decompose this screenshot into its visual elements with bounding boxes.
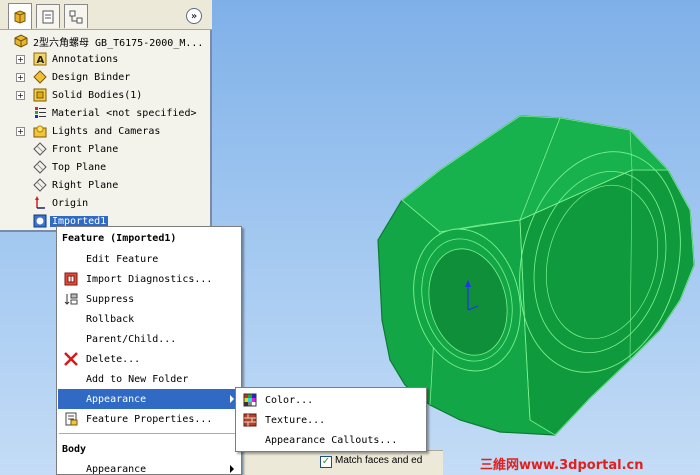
origin-icon	[32, 195, 48, 211]
configuration-manager-icon	[69, 10, 83, 23]
menu-item-label: Import Diagnostics...	[86, 273, 213, 285]
submenu-arrow-icon	[230, 395, 234, 403]
menu-item-label: Parent/Child...	[86, 333, 177, 345]
color-palette-icon	[242, 392, 258, 408]
menu-item-label: Suppress	[86, 293, 135, 305]
svg-text:A: A	[37, 55, 45, 66]
expand-toggle[interactable]: +	[16, 72, 25, 82]
submenu-item-label: Appearance Callouts...	[265, 434, 398, 446]
tree-item-label: Design Binder	[52, 71, 131, 83]
menu-item-suppress[interactable]: Suppress	[58, 289, 240, 309]
plane-icon	[32, 177, 48, 193]
tree-item-label: Solid Bodies(1)	[52, 89, 143, 101]
submenu-item-appearance-callouts[interactable]: Appearance Callouts...	[237, 430, 425, 450]
expand-panel-button[interactable]: »	[186, 8, 202, 24]
design-binder-icon	[32, 69, 48, 85]
tree-item-label: Origin	[52, 197, 89, 209]
menu-item-label: Feature Properties...	[86, 413, 213, 425]
menu-item-label: Rollback	[86, 313, 135, 325]
menu-item-body-appearance[interactable]: Appearance	[58, 459, 240, 475]
submenu-item-label: Color...	[265, 394, 314, 406]
annotations-icon: A	[32, 51, 48, 67]
menu-item-label: Appearance	[86, 463, 147, 475]
suppress-icon	[63, 291, 79, 307]
submenu-arrow-icon	[230, 465, 234, 473]
import-diagnostics-icon	[63, 271, 79, 287]
delete-icon	[63, 351, 79, 367]
expand-toggle[interactable]: +	[16, 90, 25, 100]
menu-item-label: Delete...	[86, 353, 141, 365]
tree-item-label: Top Plane	[52, 161, 107, 173]
submenu-item-texture[interactable]: Texture...	[237, 410, 425, 430]
imported-feature-icon	[32, 213, 48, 229]
feature-manager-panel: » 2型六角螺母 GB_T6175-2000_M... + A Annotati…	[0, 0, 212, 232]
context-menu: Feature (Imported1) Edit Feature Import …	[56, 226, 242, 475]
tree-item-label: Material <not specified>	[52, 107, 197, 119]
appearance-submenu: Color... Texture... Appearance Callouts.…	[235, 387, 427, 452]
menu-item-label: Edit Feature	[86, 253, 159, 265]
property-manager-icon	[42, 10, 54, 23]
menu-item-parent-child[interactable]: Parent/Child...	[58, 329, 240, 349]
menu-item-label: Appearance	[86, 393, 147, 405]
expand-toggle[interactable]: +	[16, 126, 25, 136]
tab-configuration-manager[interactable]	[64, 4, 88, 28]
plane-icon	[32, 159, 48, 175]
tree-item-label: Right Plane	[52, 179, 119, 191]
tree-item-label: Annotations	[52, 53, 119, 65]
context-menu-header-body: Body	[62, 444, 87, 455]
match-faces-checkbox[interactable]: ✓	[320, 456, 332, 468]
site-watermark: 三維网www.3dportal.cn	[480, 458, 644, 473]
menu-item-import-diagnostics[interactable]: Import Diagnostics...	[58, 269, 240, 289]
material-icon	[32, 105, 48, 121]
texture-icon	[242, 412, 258, 428]
tree-item-label: Front Plane	[52, 143, 119, 155]
tree-item-label: Imported1	[50, 215, 109, 227]
submenu-item-label: Texture...	[265, 414, 326, 426]
menu-item-delete[interactable]: Delete...	[58, 349, 240, 369]
menu-item-add-to-new-folder[interactable]: Add to New Folder	[58, 369, 240, 389]
part-icon	[13, 33, 29, 49]
feature-manager-tabs: »	[0, 0, 212, 30]
tree-item-label: Lights and Cameras	[52, 125, 161, 137]
menu-item-rollback[interactable]: Rollback	[58, 309, 240, 329]
tree-root-label: 2型六角螺母 GB_T6175-2000_M...	[33, 37, 204, 49]
submenu-item-color[interactable]: Color...	[237, 390, 425, 410]
solid-bodies-icon	[32, 87, 48, 103]
expand-toggle[interactable]: +	[16, 54, 25, 64]
menu-item-edit-feature[interactable]: Edit Feature	[58, 249, 240, 269]
menu-item-appearance[interactable]: Appearance	[58, 389, 240, 409]
tab-property-manager[interactable]	[36, 4, 60, 28]
feature-properties-icon	[63, 411, 79, 427]
menu-item-label: Add to New Folder	[86, 373, 189, 385]
tab-feature-tree[interactable]	[8, 3, 32, 29]
lights-icon	[32, 123, 48, 139]
match-faces-label: Match faces and ed	[335, 455, 423, 466]
context-menu-header-feature: Feature (Imported1)	[62, 233, 177, 244]
menu-item-feature-properties[interactable]: Feature Properties...	[58, 409, 240, 429]
menu-separator	[59, 433, 239, 434]
feature-tree-icon	[14, 9, 26, 24]
plane-icon	[32, 141, 48, 157]
